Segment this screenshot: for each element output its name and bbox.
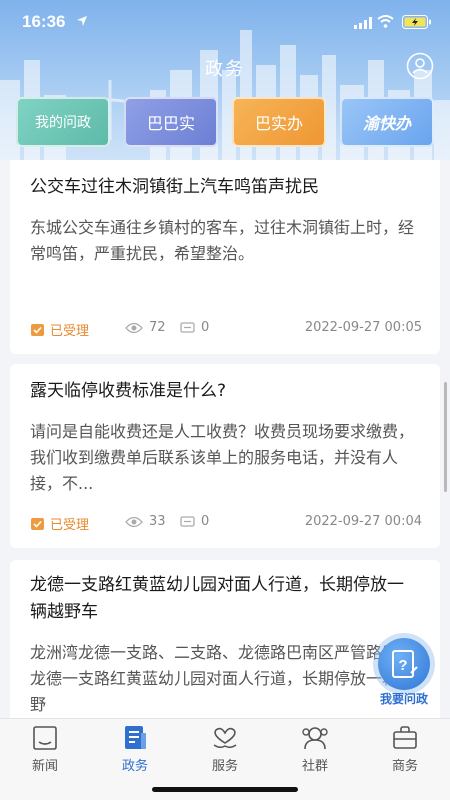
tab-label: 社群: [301, 759, 328, 774]
status-text: 已受理: [50, 518, 90, 533]
service-icon: [213, 727, 237, 749]
tab-label: 新闻: [31, 759, 58, 774]
community-icon: [302, 727, 328, 750]
tab-business[interactable]: 商务: [360, 725, 450, 781]
comment-count-text: 0: [201, 320, 210, 335]
gov-icon: [125, 726, 146, 749]
tab-service[interactable]: 服务: [180, 725, 270, 781]
fab-circle[interactable]: ?: [378, 638, 430, 690]
comment-count: 0: [180, 514, 209, 529]
business-icon: [393, 726, 417, 749]
quick-access-row: 我的问政 巴巴实 巴实办 渝快办: [16, 97, 434, 147]
status-time: 16:36: [22, 12, 66, 31]
wifi-icon: [377, 15, 394, 28]
tab-label: 服务: [211, 759, 238, 774]
eye-icon: [125, 322, 143, 333]
location-arrow-icon: [77, 16, 87, 26]
inquiry-meta: 已受理 33 0 2022-09-27 00:04: [30, 514, 422, 534]
status-bar: 16:36: [0, 0, 450, 44]
inquiry-card[interactable]: 公交车过往木洞镇街上汽车鸣笛声扰民 东城公交车通往乡镇村的客车，过往木洞镇街上时…: [10, 160, 440, 354]
comment-icon: [180, 515, 195, 527]
inquiry-title: 龙德一支路红黄蓝幼儿园对面人行道，长期停放一辆越野车: [30, 575, 404, 622]
tab-community[interactable]: 社群: [270, 725, 360, 781]
page-title: 政务: [205, 59, 245, 80]
inquiry-date: 2022-09-27 00:04: [304, 514, 422, 529]
comment-count: 0: [180, 320, 209, 335]
news-icon: [33, 726, 57, 750]
scrollbar[interactable]: [444, 382, 447, 492]
inquiry-description: 龙洲湾龙德一支路、二支路、龙德路巴南区严管路段，龙德一支路红黄蓝幼儿园对面人行道…: [30, 643, 415, 714]
accepted-status-icon: [31, 324, 44, 336]
inquiry-date: 2022-09-27 00:05: [304, 320, 422, 335]
fab-label[interactable]: 我要问政: [366, 690, 442, 707]
tab-government[interactable]: 政务: [90, 725, 180, 781]
inquiry-description: 请问是自能收费还是人工收费？收费员现场要求缴费，我们收到缴费单后联系该单上的服务…: [30, 422, 415, 493]
tab-label: 商务: [391, 759, 418, 774]
yukuaiban-button[interactable]: 渝快办: [340, 97, 434, 147]
question-edit-icon: ?: [392, 650, 418, 678]
view-count: 72: [125, 320, 166, 335]
eye-icon: [125, 516, 143, 527]
inquiry-meta: 已受理 72 0 2022-09-27 00:05: [30, 320, 422, 340]
inquiry-description: 东城公交车通往乡镇村的客车，过往木洞镇街上时，经常鸣笛，严重扰民，希望整治。: [30, 218, 415, 263]
comment-icon: [180, 321, 195, 333]
bashiban-button[interactable]: 巴实办: [232, 97, 326, 147]
battery-charging-icon: [402, 15, 431, 29]
status-badge: 已受理: [30, 514, 89, 533]
ask-government-fab[interactable]: ? 我要问政: [374, 638, 434, 710]
inquiry-title: 公交车过往木洞镇街上汽车鸣笛声扰民: [30, 177, 319, 197]
my-inquiry-button[interactable]: 我的问政: [16, 97, 110, 147]
header: 16:36 政务 我的问政 巴巴实 巴实办 渝快办: [0, 0, 450, 160]
tab-label: 政务: [121, 759, 148, 774]
view-count-text: 33: [149, 514, 166, 529]
tab-news[interactable]: 新闻: [0, 725, 90, 781]
inquiry-title: 露天临停收费标准是什么?: [30, 381, 227, 401]
status-text: 已受理: [50, 324, 90, 339]
status-badge: 已受理: [30, 320, 89, 339]
user-profile-icon[interactable]: [406, 52, 434, 80]
babashi-button[interactable]: 巴巴实: [124, 97, 218, 147]
inquiry-card[interactable]: 露天临停收费标准是什么? 请问是自能收费还是人工收费？收费员现场要求缴费，我们收…: [10, 364, 440, 548]
inquiry-list[interactable]: 公交车过往木洞镇街上汽车鸣笛声扰民 东城公交车通往乡镇村的客车，过往木洞镇街上时…: [0, 160, 450, 718]
accepted-status-icon: [31, 518, 44, 530]
view-count-text: 72: [149, 320, 166, 335]
view-count: 33: [125, 514, 166, 529]
svg-text:?: ?: [398, 657, 407, 674]
home-indicator[interactable]: [152, 787, 298, 792]
cellular-signal-icon: [354, 17, 372, 29]
comment-count-text: 0: [201, 514, 210, 529]
